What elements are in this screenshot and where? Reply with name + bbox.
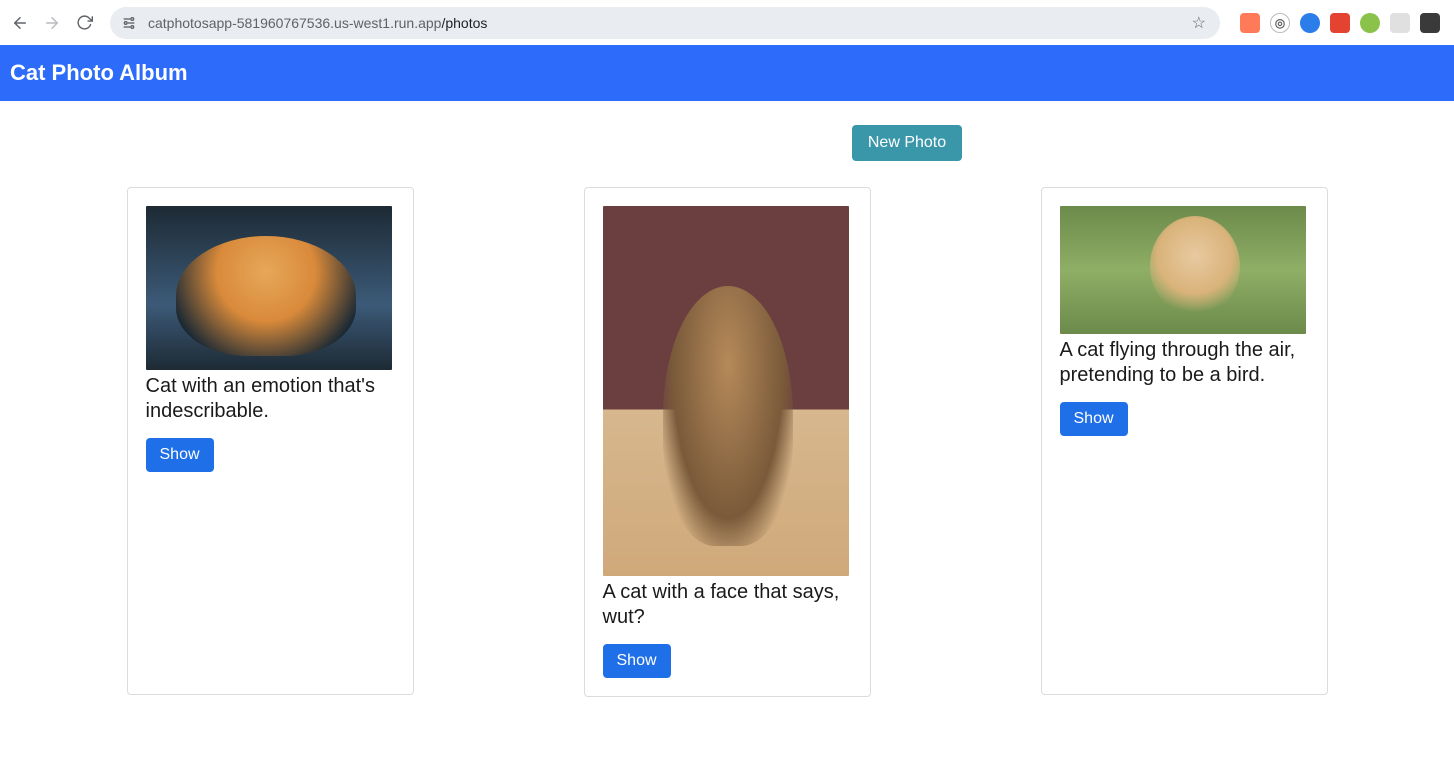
bookmark-star-icon[interactable]: ☆ [1192, 13, 1206, 33]
photo-card: A cat flying through the air, pretending… [1041, 187, 1328, 695]
page-content: New Photo Cat with an emotion that's ind… [0, 101, 1454, 737]
url-text: catphotosapp-581960767536.us-west1.run.a… [148, 15, 1182, 31]
photo-thumbnail [1060, 206, 1306, 334]
photo-thumbnail [146, 206, 392, 370]
reload-button[interactable] [70, 9, 98, 37]
arrow-right-icon [43, 14, 61, 32]
new-photo-container: New Photo [0, 125, 1454, 161]
extension-icons: ◎ [1232, 13, 1448, 33]
extension-icon[interactable] [1390, 13, 1410, 33]
app-title: Cat Photo Album [10, 60, 188, 86]
extension-icon[interactable] [1330, 13, 1350, 33]
extension-icon[interactable]: ◎ [1270, 13, 1290, 33]
show-button[interactable]: Show [1060, 402, 1128, 436]
reload-icon [76, 14, 93, 31]
forward-button[interactable] [38, 9, 66, 37]
extension-icon[interactable] [1300, 13, 1320, 33]
arrow-left-icon [11, 14, 29, 32]
extension-icon[interactable] [1360, 13, 1380, 33]
browser-chrome: catphotosapp-581960767536.us-west1.run.a… [0, 0, 1454, 45]
photo-grid: Cat with an emotion that's indescribable… [0, 187, 1454, 697]
photo-card: A cat with a face that says, wut? Show [584, 187, 871, 697]
show-button[interactable]: Show [603, 644, 671, 678]
site-settings-icon[interactable] [120, 14, 138, 32]
new-photo-button[interactable]: New Photo [852, 125, 962, 161]
photo-card: Cat with an emotion that's indescribable… [127, 187, 414, 695]
back-button[interactable] [6, 9, 34, 37]
photo-thumbnail [603, 206, 849, 576]
photo-caption: A cat flying through the air, pretending… [1060, 338, 1309, 388]
show-button[interactable]: Show [146, 438, 214, 472]
extension-icon[interactable] [1240, 13, 1260, 33]
extension-icon[interactable] [1420, 13, 1440, 33]
photo-caption: Cat with an emotion that's indescribable… [146, 374, 395, 424]
address-bar[interactable]: catphotosapp-581960767536.us-west1.run.a… [110, 7, 1220, 39]
app-header: Cat Photo Album [0, 45, 1454, 101]
photo-caption: A cat with a face that says, wut? [603, 580, 852, 630]
